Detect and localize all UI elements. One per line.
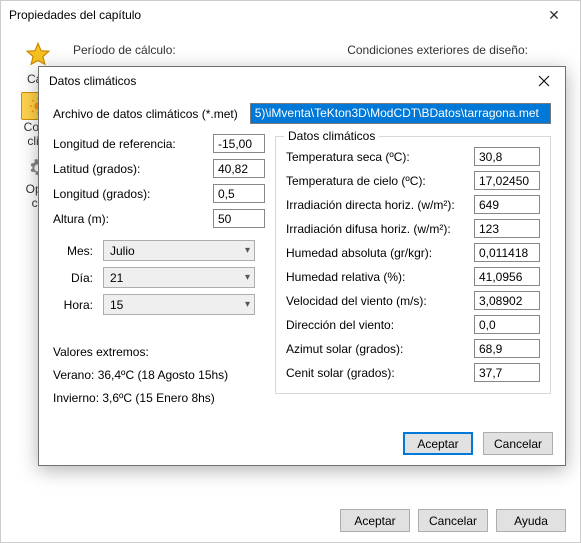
mes-combo[interactable]: Julio▾: [103, 240, 255, 261]
lat-input[interactable]: [213, 159, 265, 178]
long-label: Longitud (grados):: [53, 187, 213, 201]
climate-dialog: Datos climáticos Archivo de datos climát…: [38, 66, 566, 466]
dia-combo[interactable]: 21▾: [103, 267, 255, 288]
dialog-close-button[interactable]: [527, 70, 561, 92]
climate-data-label: Cenit solar (grados):: [286, 366, 474, 380]
close-icon: [538, 75, 550, 87]
bg-label-period: Período de cálculo:: [73, 43, 176, 57]
hora-combo[interactable]: 15▾: [103, 294, 255, 315]
parent-button-row: Aceptar Cancelar Ayuda: [340, 509, 566, 532]
parent-titlebar: Propiedades del capítulo ✕: [1, 1, 580, 29]
lat-label: Latitud (grados):: [53, 162, 213, 176]
climate-data-value[interactable]: [474, 243, 540, 262]
climate-data-value[interactable]: [474, 267, 540, 286]
climate-data-label: Velocidad del viento (m/s):: [286, 294, 474, 308]
chevron-down-icon: ▾: [245, 245, 250, 256]
climate-data-value[interactable]: [474, 291, 540, 310]
climate-data-label: Dirección del viento:: [286, 318, 474, 332]
mes-label: Mes:: [57, 244, 103, 258]
parent-title: Propiedades del capítulo: [9, 8, 141, 22]
dia-label: Día:: [57, 271, 103, 285]
climate-data-row: Velocidad del viento (m/s):: [286, 291, 540, 310]
climate-data-row: Cenit solar (grados):: [286, 363, 540, 382]
alt-input[interactable]: [213, 209, 265, 228]
chevron-down-icon: ▾: [245, 272, 250, 283]
dialog-titlebar: Datos climáticos: [39, 67, 565, 95]
climate-data-row: Humedad relativa (%):: [286, 267, 540, 286]
climate-data-value[interactable]: [474, 339, 540, 358]
climate-data-value[interactable]: [474, 315, 540, 334]
dialog-title: Datos climáticos: [49, 74, 136, 88]
bg-label-conditions: Condiciones exteriores de diseño:: [347, 43, 528, 57]
chevron-down-icon: ▾: [245, 299, 250, 310]
climate-data-group: Datos climáticos Temperatura seca (ºC):T…: [275, 136, 551, 394]
climate-data-row: Azimut solar (grados):: [286, 339, 540, 358]
left-column: Longitud de referencia: Latitud (grados)…: [53, 134, 265, 409]
climate-data-label: Humedad relativa (%):: [286, 270, 474, 284]
climate-data-legend: Datos climáticos: [284, 129, 379, 143]
long-ref-input[interactable]: [213, 134, 265, 153]
climate-data-row: Humedad absoluta (gr/kgr):: [286, 243, 540, 262]
climate-data-value[interactable]: [474, 195, 540, 214]
climate-data-row: Dirección del viento:: [286, 315, 540, 334]
climate-data-row: Temperatura seca (ºC):: [286, 147, 540, 166]
climate-data-label: Temperatura de cielo (ºC):: [286, 174, 474, 188]
dialog-accept-button[interactable]: Aceptar: [403, 432, 473, 455]
parent-cancel-button[interactable]: Cancelar: [418, 509, 488, 532]
long-ref-label: Longitud de referencia:: [53, 137, 213, 151]
parent-accept-button[interactable]: Aceptar: [340, 509, 410, 532]
parent-close-button[interactable]: ✕: [534, 7, 574, 24]
dialog-button-row: Aceptar Cancelar: [39, 424, 565, 465]
climate-data-label: Irradiación difusa horiz. (w/m²):: [286, 222, 474, 236]
long-input[interactable]: [213, 184, 265, 203]
climate-data-row: Irradiación directa horiz. (w/m²):: [286, 195, 540, 214]
climate-data-label: Azimut solar (grados):: [286, 342, 474, 356]
dialog-cancel-button[interactable]: Cancelar: [483, 432, 553, 455]
climate-data-value[interactable]: [474, 363, 540, 382]
parent-help-button[interactable]: Ayuda: [496, 509, 566, 532]
extremes-block: Valores extremos: Verano: 36,4ºC (18 Ago…: [53, 341, 265, 409]
climate-data-row: Temperatura de cielo (ºC):: [286, 171, 540, 190]
hora-label: Hora:: [57, 298, 103, 312]
extremes-winter: Invierno: 3,6ºC (15 Enero 8hs): [53, 387, 265, 410]
extremes-summer: Verano: 36,4ºC (18 Agosto 15hs): [53, 364, 265, 387]
extremes-title: Valores extremos:: [53, 341, 265, 364]
file-label: Archivo de datos climáticos (*.met): [53, 107, 238, 121]
climate-data-value[interactable]: [474, 171, 540, 190]
climate-data-label: Temperatura seca (ºC):: [286, 150, 474, 164]
climate-data-value[interactable]: [474, 219, 540, 238]
file-path-input[interactable]: 5)\iMventa\TeKton3D\ModCDT\BDatos\tarrag…: [250, 103, 551, 124]
climate-data-label: Irradiación directa horiz. (w/m²):: [286, 198, 474, 212]
climate-data-label: Humedad absoluta (gr/kgr):: [286, 246, 474, 260]
climate-data-value[interactable]: [474, 147, 540, 166]
climate-data-row: Irradiación difusa horiz. (w/m²):: [286, 219, 540, 238]
alt-label: Altura (m):: [53, 212, 213, 226]
